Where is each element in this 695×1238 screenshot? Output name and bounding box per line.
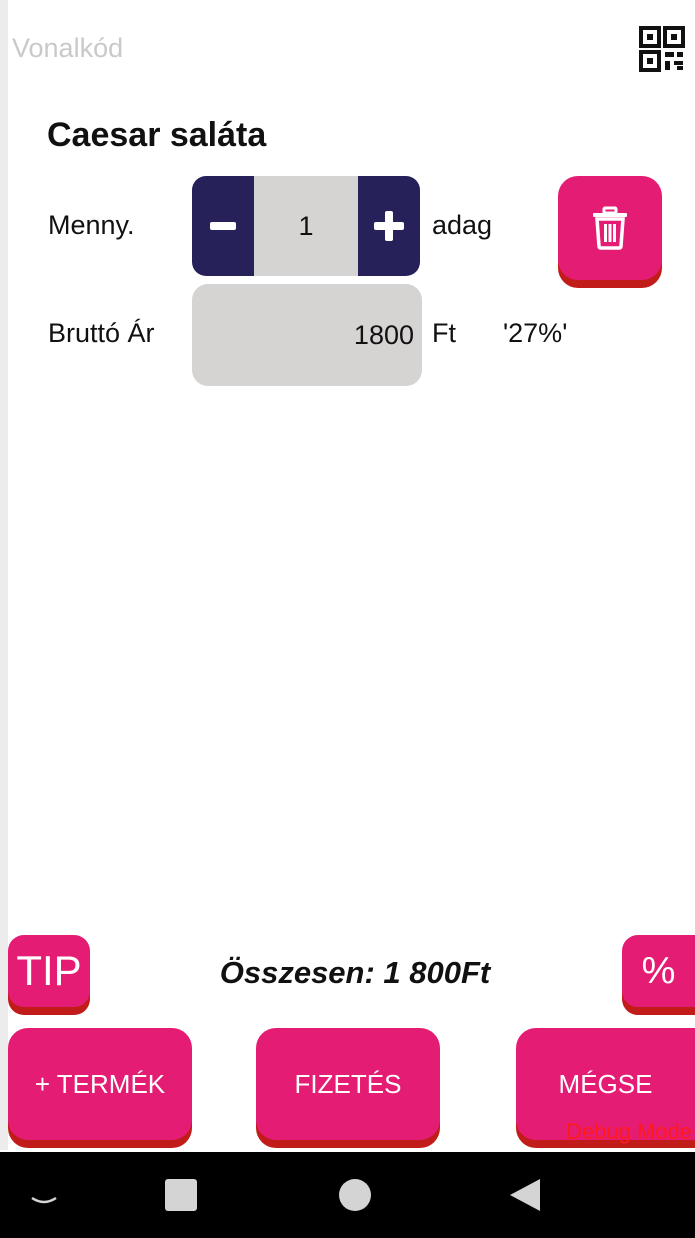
nav-recents-icon[interactable] bbox=[165, 1179, 197, 1211]
qr-scan-button[interactable] bbox=[639, 26, 685, 72]
nav-hide-keyboard-button[interactable] bbox=[28, 1180, 60, 1210]
system-navigation-bar bbox=[0, 1152, 695, 1238]
decrease-quantity-button[interactable] bbox=[192, 176, 254, 276]
discount-percent-button[interactable]: % bbox=[622, 935, 695, 1007]
tip-button[interactable]: TIP bbox=[8, 935, 90, 1007]
product-title: Caesar saláta bbox=[47, 116, 267, 154]
quantity-label: Menny. bbox=[48, 210, 135, 240]
debug-mode-label: Debug Mode bbox=[566, 1119, 692, 1144]
quantity-stepper: 1 bbox=[192, 176, 422, 276]
nav-home-icon[interactable] bbox=[339, 1179, 371, 1211]
increase-quantity-button[interactable] bbox=[358, 176, 420, 276]
gross-price-label: Bruttó Ár bbox=[48, 318, 155, 348]
qr-code-icon bbox=[639, 26, 685, 72]
quantity-value[interactable]: 1 bbox=[254, 176, 358, 276]
plus-icon bbox=[374, 211, 404, 241]
total-amount: Összesen: 1 800Ft bbox=[219, 955, 491, 990]
add-product-button[interactable]: + TERMÉK bbox=[8, 1028, 192, 1140]
trash-icon bbox=[593, 206, 627, 250]
nav-back-button[interactable] bbox=[508, 1178, 542, 1212]
nav-hide-icon bbox=[31, 1196, 57, 1204]
nav-back-icon bbox=[510, 1179, 540, 1211]
gross-price-field[interactable]: 1800 bbox=[192, 284, 422, 386]
payment-button[interactable]: FIZETÉS bbox=[256, 1028, 440, 1140]
currency-label: Ft bbox=[432, 318, 456, 348]
delete-item-button[interactable] bbox=[558, 176, 662, 280]
vat-rate-label: '27%' bbox=[503, 318, 568, 348]
unit-label: adag bbox=[432, 210, 493, 240]
minus-icon bbox=[210, 222, 236, 230]
barcode-input[interactable] bbox=[12, 28, 592, 68]
screen-edge bbox=[0, 0, 8, 1150]
